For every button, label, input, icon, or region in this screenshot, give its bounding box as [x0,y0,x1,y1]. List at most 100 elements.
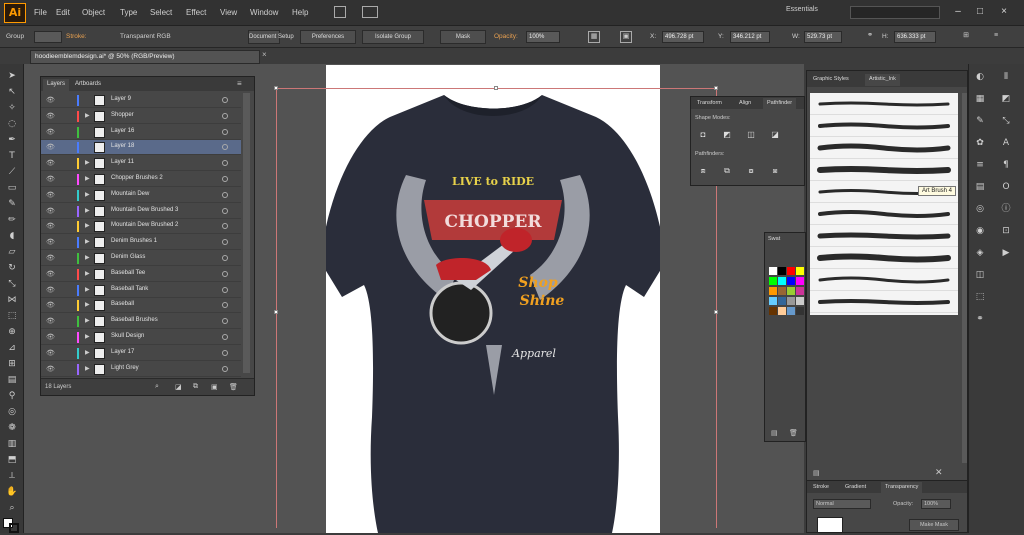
tab-gradient[interactable]: Gradient [841,482,870,494]
isolate-group-button[interactable]: Isolate Group [362,30,424,44]
links-panel-icon[interactable]: ⚭ [973,312,987,326]
fill-swatch[interactable] [34,31,62,43]
symbols-panel-icon[interactable]: ✿ [973,136,987,150]
visibility-eye-icon[interactable]: 👁 [46,191,55,199]
layer-row[interactable]: 👁 ▶ Layer 11 [41,156,241,172]
tab-artboards[interactable]: Artboards [71,79,105,91]
minimize-icon[interactable]: – [950,5,966,19]
color-swatch[interactable] [796,277,804,285]
pen-tool-icon[interactable]: ✒ [5,134,19,147]
trim-icon[interactable]: ⧉ [721,165,733,177]
layer-name[interactable]: Light Grey [111,365,139,371]
stroke-label[interactable]: Stroke: [66,33,87,40]
layer-row[interactable]: 👁 ▶ Chopper Brushes 2 [41,172,241,187]
rotate-tool-icon[interactable]: ↻ [5,262,19,275]
transform-panel-icon[interactable]: ⤡ [999,114,1013,128]
expand-arrow-icon[interactable]: ▶ [85,112,90,119]
minus-front-icon[interactable]: ◩ [721,129,733,141]
paragraph-panel-icon[interactable]: ¶ [999,158,1013,172]
actions-panel-icon[interactable]: ▶ [999,246,1013,260]
artboard[interactable]: LIVE to RIDE CHOPPER Shop Shine Apparel [320,65,666,533]
visibility-eye-icon[interactable]: 👁 [46,349,55,357]
target-circle-icon[interactable] [222,365,228,372]
arrange-documents-icon[interactable] [362,6,378,18]
color-swatch[interactable] [778,307,786,315]
direct-selection-tool-icon[interactable]: ↖ [5,86,19,99]
h-field[interactable]: 636.333 pt [894,31,936,43]
magic-wand-icon[interactable]: ✧ [5,102,19,115]
crop-icon[interactable]: ⧆ [769,165,781,177]
mesh-tool-icon[interactable]: ⊞ [5,358,19,371]
color-swatch[interactable] [769,297,777,305]
transform-icon[interactable]: ⊞ [960,31,972,43]
layer-row[interactable]: 👁 ▶ Layer 17 [41,346,241,361]
layer-row[interactable]: 👁 Layer 9 [41,93,241,108]
layer-name[interactable]: Mountain Dew [111,191,149,197]
handle-top-left[interactable] [274,86,278,90]
brushes-scrollbar[interactable] [962,93,967,463]
mask-button[interactable]: Mask [440,30,486,44]
layers-panel-icon[interactable]: ◫ [973,268,987,282]
layer-row[interactable]: 👁 ▶ Denim Brushes 1 [41,235,241,251]
target-circle-icon[interactable] [222,223,228,230]
target-circle-icon[interactable] [222,160,228,167]
eraser-tool-icon[interactable]: ▱ [5,246,19,259]
layer-name[interactable]: Baseball [111,301,134,307]
expand-arrow-icon[interactable]: ▶ [85,317,90,324]
graph-tool-icon[interactable]: ▥ [5,438,19,451]
color-swatch[interactable] [796,287,804,295]
brush-row[interactable] [810,225,958,247]
visibility-eye-icon[interactable]: 👁 [46,143,55,151]
brush-row[interactable] [810,115,958,137]
symbol-sprayer-icon[interactable]: ❁ [5,422,19,435]
layer-row[interactable]: 👁 ▶ Denim Glass [41,251,241,266]
menu-object[interactable]: Object [82,8,105,17]
target-circle-icon[interactable] [222,112,228,119]
layer-row[interactable]: 👁 ▶ Mountain Dew Brushed 3 [41,204,241,219]
bridge-icon[interactable] [334,6,346,18]
color-swatch[interactable] [769,307,777,315]
layer-name[interactable]: Baseball Brushes [111,317,158,323]
layer-row[interactable]: 👁 ▶ Baseball Tee [41,267,241,282]
color-swatch[interactable] [769,277,777,285]
visibility-eye-icon[interactable]: 👁 [46,270,55,278]
color-swatch[interactable] [787,307,795,315]
brush-row[interactable] [810,269,958,291]
brush-row[interactable] [810,291,958,313]
color-guide-icon[interactable]: ▦ [973,92,987,106]
handle-mid-right[interactable] [714,310,718,314]
color-swatch[interactable] [778,277,786,285]
character-panel-icon[interactable]: A [999,136,1013,150]
visibility-eye-icon[interactable]: 👁 [46,317,55,325]
hand-tool-icon[interactable]: ✋ [5,486,19,499]
visibility-eye-icon[interactable]: 👁 [46,207,55,215]
expand-arrow-icon[interactable]: ▶ [85,238,90,245]
target-circle-icon[interactable] [222,318,228,325]
layer-name[interactable]: Layer 9 [111,96,131,102]
expand-arrow-icon[interactable]: ▶ [85,175,90,182]
pathfinder-panel-icon[interactable]: ◩ [999,92,1013,106]
stroke-color-swatch[interactable] [9,523,19,533]
tab-layers[interactable]: Layers [43,79,70,91]
document-setup-button[interactable]: Document Setup [248,30,294,44]
search-input[interactable] [850,6,940,19]
layer-row[interactable]: 👁 ▶ Mountain Dew Brushed 2 [41,219,241,235]
layer-name[interactable]: Layer 18 [111,143,134,149]
swatch-library-icon[interactable]: ▤ [771,429,778,437]
color-panel-icon[interactable]: ◐ [973,70,987,84]
graphic-styles-icon[interactable]: ◈ [973,246,987,260]
recolor-icon[interactable]: ▦ [588,31,600,43]
x-field[interactable]: 496.728 pt [662,31,704,43]
brush-row[interactable] [810,93,958,115]
lasso-tool-icon[interactable]: ◌ [5,118,19,131]
blend-mode-select[interactable]: Normal [813,499,871,509]
layer-row[interactable]: 👁 Layer 18 [41,140,241,156]
layer-row[interactable]: 👁 ▶ Baseball [41,298,241,314]
appearance-panel-icon[interactable]: ◉ [973,224,987,238]
color-swatch[interactable] [787,297,795,305]
target-circle-icon[interactable] [222,255,228,261]
opentype-panel-icon[interactable]: O [999,180,1013,194]
color-swatch[interactable] [769,267,777,275]
transparency-opacity-field[interactable]: 100% [921,499,951,509]
layer-name[interactable]: Chopper Brushes 2 [111,175,163,181]
